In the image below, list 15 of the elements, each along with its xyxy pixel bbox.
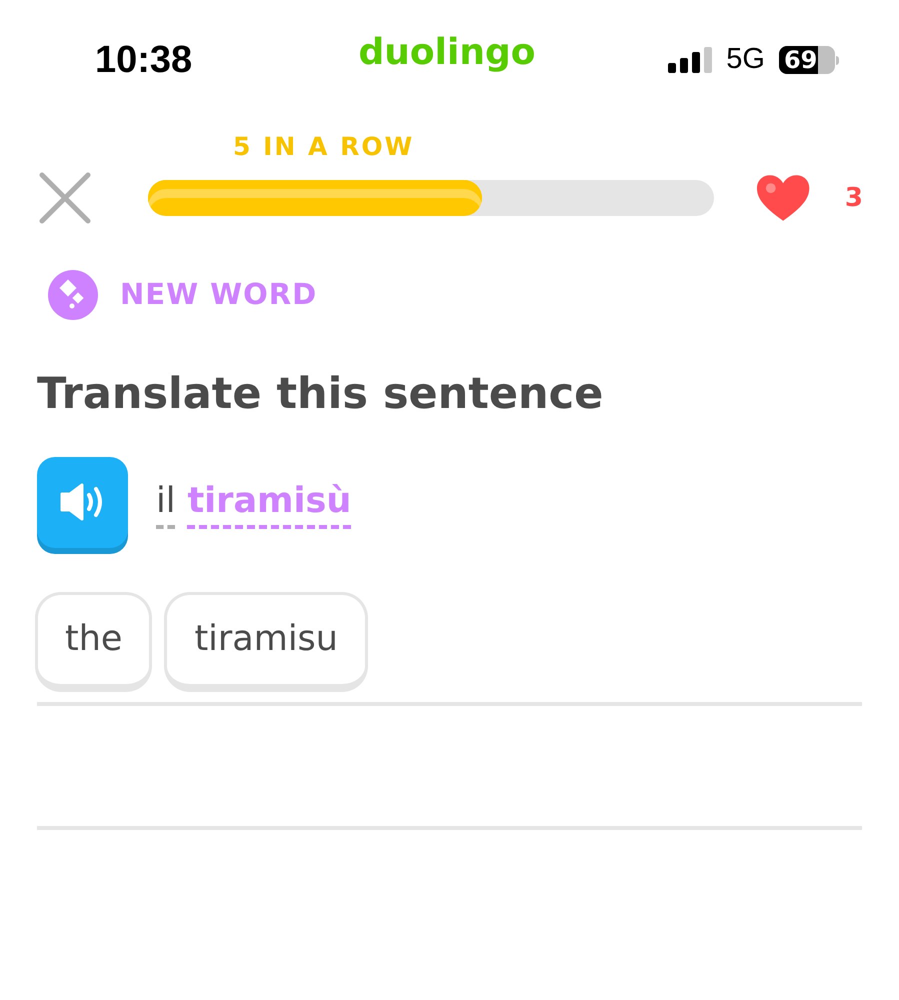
heart-icon bbox=[754, 173, 811, 223]
close-icon[interactable] bbox=[38, 171, 92, 225]
prompt-word[interactable]: il bbox=[156, 479, 176, 529]
status-time: 10:38 bbox=[95, 38, 194, 82]
speaker-button[interactable] bbox=[37, 456, 128, 548]
new-word-label: NEW WORD bbox=[120, 276, 318, 314]
signal-icon bbox=[668, 47, 712, 73]
network-label: 5G bbox=[726, 42, 765, 78]
word-tile[interactable]: the bbox=[35, 592, 152, 692]
exercise-title: Translate this sentence bbox=[37, 368, 604, 421]
hearts-count: 3 bbox=[844, 182, 863, 214]
app-logo: duolingo bbox=[358, 31, 536, 75]
word-tile[interactable]: tiramisu bbox=[164, 592, 368, 692]
new-word-icon bbox=[48, 270, 98, 320]
streak-label: 5 IN A ROW bbox=[233, 132, 414, 161]
